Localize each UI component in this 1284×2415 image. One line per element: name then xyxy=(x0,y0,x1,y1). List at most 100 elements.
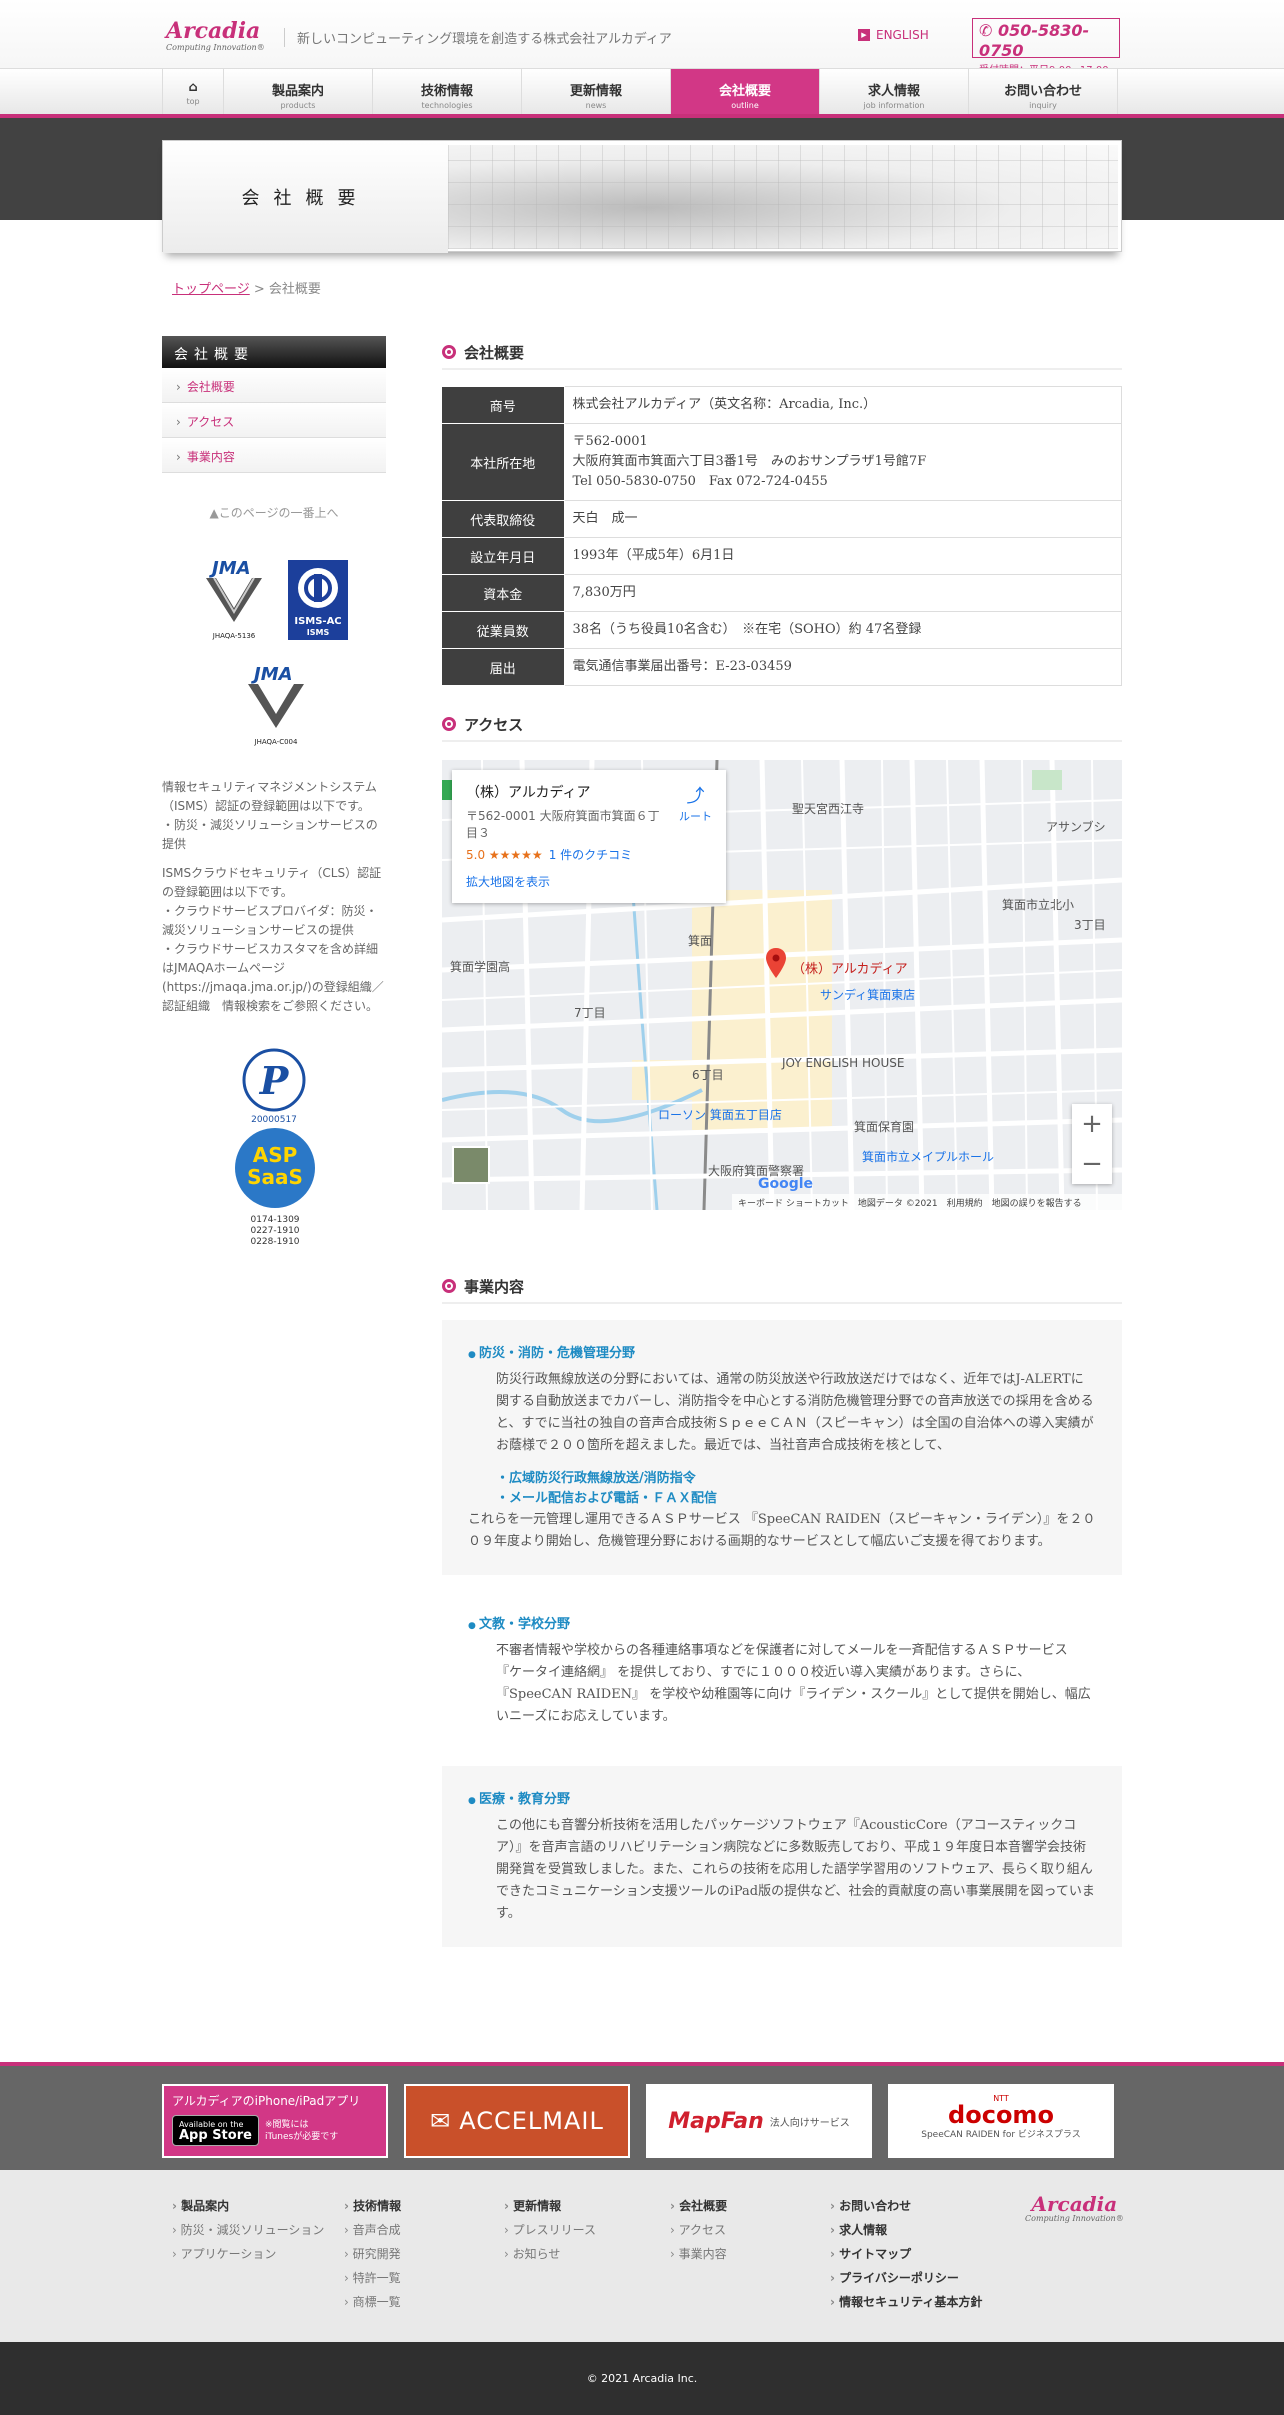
accelmail-banner[interactable]: ✉ ACCELMAIL xyxy=(404,2084,630,2158)
svg-text:ASP: ASP xyxy=(253,1143,298,1167)
map-label: 箕面学園高 xyxy=(450,960,511,974)
footer-link[interactable]: アプリケーション xyxy=(172,2242,324,2266)
table-row: 従業員数 38名（うち役員10名含む） ※在宅（SOHO）約 47名登録 xyxy=(442,611,1122,649)
business-section-body: 防災行政無線放送の分野においては、通常の防災放送や行政放送だけではなく、近年では… xyxy=(496,1372,1094,1453)
google-map[interactable]: （株）アルカディア 〒562-0001 大阪府箕面市箕面６丁目３ 5.0 ★★★… xyxy=(442,760,1122,1210)
table-row: 資本金 7,830万円 xyxy=(442,574,1122,612)
app-banner-title: アルカディアのiPhone/iPadアプリ xyxy=(172,2094,361,2108)
map-label: JOY ENGLISH HOUSE xyxy=(782,1056,905,1070)
breadcrumb: トップページ > 会社概要 xyxy=(172,278,321,297)
enlarge-map-link[interactable]: 拡大地図を表示 xyxy=(466,873,712,890)
nav-technologies[interactable]: 技術情報 technologies xyxy=(373,69,522,114)
mapfan-banner[interactable]: MapFan 法人向けサービス xyxy=(646,2084,872,2158)
footer-link[interactable]: サイトマップ xyxy=(830,2242,982,2266)
nav-jp: 技術情報 xyxy=(420,84,473,99)
breadcrumb-current: 会社概要 xyxy=(268,282,321,297)
nav-news[interactable]: 更新情報 news xyxy=(522,69,671,114)
row-key: 本社所在地 xyxy=(442,423,565,501)
nav-en: outline xyxy=(731,101,759,110)
satellite-toggle[interactable] xyxy=(452,1146,490,1184)
footer-link[interactable]: 音声合成 xyxy=(344,2218,401,2242)
map-label: 箕面市立北小 xyxy=(1002,898,1075,912)
business-section: 防災・消防・危機管理分野 防災行政無線放送の分野においては、通常の防災放送や行政… xyxy=(442,1320,1122,1575)
footer-link[interactable]: アクセス xyxy=(670,2218,727,2242)
footer-link[interactable]: プライバシーポリシー xyxy=(830,2266,982,2290)
nav-top[interactable]: ⌂ top xyxy=(162,69,224,114)
nav-en: technologies xyxy=(421,101,473,110)
footer-link[interactable]: 特許一覧 xyxy=(344,2266,401,2290)
sidebar-item-outline[interactable]: 会社概要 xyxy=(162,368,386,403)
footer-logo[interactable]: Arcadia Computing Innovation® xyxy=(1025,2194,1124,2223)
nav-jp: 会社概要 xyxy=(718,84,771,99)
footer-link[interactable]: 会社概要 xyxy=(670,2194,727,2218)
nav-outline[interactable]: 会社概要 outline xyxy=(671,69,820,114)
business-heading-text: 事業内容 xyxy=(464,1277,525,1296)
footer-link[interactable]: 商標一覧 xyxy=(344,2290,401,2314)
asp-saas-badge: ASP SaaS 0174-1309 0227-1910 0228-1910 xyxy=(232,1126,318,1254)
route-label: ルート xyxy=(679,810,712,823)
docomo-banner[interactable]: NTT docomo SpeeCAN RAIDEN for ビジネスプラス xyxy=(888,2084,1114,2158)
footer-link[interactable]: 事業内容 xyxy=(670,2242,727,2266)
svg-text:P: P xyxy=(259,1058,290,1103)
jma-isms-badge: JMA JHAQA-5136 xyxy=(194,558,274,648)
access-heading-text: アクセス xyxy=(464,715,524,734)
nav-en: news xyxy=(585,101,607,110)
map-label: アサンブシ xyxy=(1046,820,1106,834)
footer-col-tech: 技術情報 音声合成 研究開発 特許一覧 商標一覧 xyxy=(344,2194,402,2314)
map-label: 箕面市立メイプルホール xyxy=(862,1150,995,1164)
arrow-right-icon: ▶ xyxy=(858,29,870,41)
footer-link[interactable]: 更新情報 xyxy=(504,2194,596,2218)
footer-link[interactable]: 製品案内 xyxy=(172,2194,324,2218)
sidebar-item-business[interactable]: 事業内容 xyxy=(162,438,386,473)
business-section-body: 不審者情報や学校からの各種連絡事項などを保護者に対してメールを一斉配信するＡＳＰ… xyxy=(496,1643,1091,1724)
zoom-out-button[interactable]: − xyxy=(1072,1144,1112,1184)
nav-jobs[interactable]: 求人情報 job information xyxy=(820,69,969,114)
route-button[interactable]: ⤴ ルート xyxy=(679,782,712,824)
footer-link[interactable]: 技術情報 xyxy=(344,2194,401,2218)
table-row: 届出 電気通信事業届出番号：E-23-03459 xyxy=(442,648,1122,686)
pmark-number: 20000517 xyxy=(251,1115,297,1124)
privacy-mark-badge: P 20000517 xyxy=(234,1044,314,1128)
map-reviews-link[interactable]: 1 件のクチコミ xyxy=(549,848,632,862)
map-place-name: （株）アルカディア xyxy=(466,785,591,801)
logo-sub: Computing Innovation® xyxy=(166,43,265,52)
map-info-card: （株）アルカディア 〒562-0001 大阪府箕面市箕面６丁目３ 5.0 ★★★… xyxy=(452,770,726,903)
business-section: 文教・学校分野 不審者情報や学校からの各種連絡事項などを保護者に対してメールを一… xyxy=(442,1591,1122,1750)
footer-link[interactable]: 防災・減災ソリューション xyxy=(172,2218,325,2242)
map-label: サンディ箕面東店 xyxy=(820,988,916,1002)
app-store-badge: Available on the App Store xyxy=(172,2115,259,2146)
mail-icon: ✉ xyxy=(430,2107,452,2135)
site-logo[interactable]: Arcadia Computing Innovation® xyxy=(166,20,276,52)
footer-link[interactable]: お問い合わせ xyxy=(830,2194,982,2218)
map-rating: 5.0 ★★★★★ xyxy=(466,848,543,862)
nav-inquiry[interactable]: お問い合わせ inquiry xyxy=(969,69,1118,114)
breadcrumb-home[interactable]: トップページ xyxy=(172,282,250,297)
map-label: 3丁目 xyxy=(1074,918,1106,932)
map-pin-icon[interactable] xyxy=(766,948,786,978)
footer-link[interactable]: 求人情報 xyxy=(830,2218,982,2242)
sidebar-item-access[interactable]: アクセス xyxy=(162,403,386,438)
english-link[interactable]: ▶ ENGLISH xyxy=(858,28,929,42)
business-sub-item: ・メール配信および電話・ＦＡＸ配信 xyxy=(496,1491,718,1506)
business-section-body: この他にも音響分析技術を活用したパッケージソフトウェア『AcousticCore… xyxy=(496,1818,1095,1921)
phone-box: ✆ 050-5830-0750 受付時間：平日9:00~17:00 xyxy=(972,18,1120,76)
table-row: 本社所在地 〒562-0001 大阪府箕面市箕面六丁目3番1号 みのおサンプラザ1… xyxy=(442,423,1122,501)
overview-heading-text: 会社概要 xyxy=(464,343,525,362)
row-value: 38名（うち役員10名含む） ※在宅（SOHO）約 47名登録 xyxy=(563,611,1122,649)
footer-link[interactable]: 情報セキュリティ基本方針 xyxy=(830,2290,982,2314)
zoom-in-button[interactable]: + xyxy=(1072,1104,1112,1144)
page-title: 会社概要 xyxy=(163,141,448,253)
nav-products[interactable]: 製品案内 products xyxy=(224,69,373,114)
access-heading: アクセス xyxy=(442,708,1122,742)
map-label: 箕面 xyxy=(688,934,713,948)
business-section-title: 医療・教育分野 xyxy=(468,1788,1096,1807)
svg-text:JMA: JMA xyxy=(251,664,293,685)
svg-text:SaaS: SaaS xyxy=(247,1165,303,1189)
app-banner[interactable]: アルカディアのiPhone/iPadアプリ Available on the Ap… xyxy=(162,2084,388,2158)
footer-link[interactable]: 研究開発 xyxy=(344,2242,401,2266)
map-footer-links[interactable]: キーボード ショートカット 地図データ ©2021 利用規約 地図の誤りを報告す… xyxy=(732,1194,1122,1210)
back-to-top-link[interactable]: ▲このページの一番上へ xyxy=(162,504,386,521)
app-note: ※閲覧には iTunesが必要です xyxy=(264,2119,339,2142)
footer-link[interactable]: プレスリリース xyxy=(504,2218,596,2242)
footer-link[interactable]: お知らせ xyxy=(504,2242,596,2266)
